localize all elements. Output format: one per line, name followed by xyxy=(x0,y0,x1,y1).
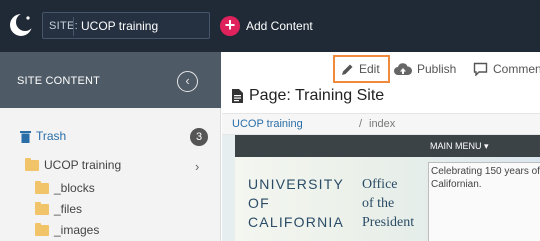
trash-label: Trash xyxy=(36,129,67,143)
tree-item-root[interactable]: UCOP training xyxy=(25,157,122,172)
sidebar-item-trash[interactable]: Trash xyxy=(20,129,66,143)
office-of-president-wordmark: Office of the President xyxy=(362,175,414,232)
document-icon xyxy=(232,89,243,103)
chevron-right-icon[interactable]: › xyxy=(195,159,199,174)
office-line-2: of the xyxy=(362,196,395,211)
sidebar-header: SITE CONTENT ‹ xyxy=(0,52,221,108)
breadcrumb-site-link[interactable]: UCOP training xyxy=(232,118,303,130)
toolbar: Edit Publish Commen xyxy=(222,52,540,83)
publish-label: Publish xyxy=(417,62,457,76)
uc-line-3: CALIFORNIA xyxy=(248,214,345,230)
add-content-label: Add Content xyxy=(246,19,313,33)
tree-item-files[interactable]: _files xyxy=(35,201,83,216)
breadcrumb: UCOP training / index xyxy=(222,113,540,135)
office-line-3: President xyxy=(362,215,415,230)
main-menu-bar: MAIN MENU ▾ xyxy=(235,135,540,157)
main-menu-toggle[interactable]: MAIN MENU ▾ xyxy=(430,141,489,152)
tree-item-images[interactable]: _images xyxy=(35,222,100,237)
tree-item-blocks[interactable]: _blocks xyxy=(35,180,95,195)
edit-button[interactable]: Edit xyxy=(333,55,390,83)
comments-label: Commen xyxy=(493,62,540,76)
trash-icon xyxy=(20,130,31,143)
uc-line-2: OF xyxy=(248,195,270,211)
comment-icon xyxy=(473,62,488,76)
trash-count-badge: 3 xyxy=(190,128,208,146)
breadcrumb-current: index xyxy=(369,118,396,130)
folder-icon xyxy=(35,201,49,215)
broken-image: Celebrating 150 years of Californian. xyxy=(428,162,540,241)
office-line-1: Office xyxy=(362,177,398,192)
sidebar-title: SITE CONTENT xyxy=(17,75,101,87)
site-selector[interactable]: SITE: UCOP training xyxy=(42,12,210,39)
pencil-icon xyxy=(342,64,353,75)
publish-button[interactable]: Publish xyxy=(394,55,456,83)
tree-root-label: UCOP training xyxy=(44,158,122,172)
sidebar: SITE CONTENT ‹ Trash 3 UCOP training › _… xyxy=(0,52,221,241)
folder-icon xyxy=(35,180,49,194)
plus-icon: + xyxy=(220,16,240,36)
breadcrumb-separator: / xyxy=(359,118,363,130)
crescent-logo-icon[interactable] xyxy=(8,12,34,38)
collapse-sidebar-button[interactable]: ‹ xyxy=(177,71,198,92)
cloud-upload-icon xyxy=(394,62,412,75)
edit-label: Edit xyxy=(359,62,380,76)
comments-button[interactable]: Commen xyxy=(473,55,540,83)
uc-wordmark: UNIVERSITY OF CALIFORNIA xyxy=(248,175,344,232)
preview-hero: UNIVERSITY OF CALIFORNIA Office of the P… xyxy=(235,157,540,241)
folder-icon xyxy=(25,157,39,171)
site-divider xyxy=(73,17,74,36)
folder-icon xyxy=(35,222,49,236)
image-alt-text: Celebrating 150 years of Californian. xyxy=(431,166,540,190)
tree-item-label: _files xyxy=(54,202,83,216)
page-title-text: Page: Training Site xyxy=(249,87,385,104)
tree-item-label: _blocks xyxy=(54,181,95,195)
page-title: Page: Training Site xyxy=(232,87,384,105)
page-preview: MAIN MENU ▾ UNIVERSITY OF CALIFORNIA Off… xyxy=(222,135,540,241)
top-bar: SITE: UCOP training + Add Content xyxy=(0,0,540,52)
tree-item-label: _images xyxy=(54,223,100,237)
add-content-button[interactable]: + Add Content xyxy=(220,14,313,38)
site-value: UCOP training xyxy=(81,19,159,33)
uc-line-1: UNIVERSITY xyxy=(248,176,345,192)
